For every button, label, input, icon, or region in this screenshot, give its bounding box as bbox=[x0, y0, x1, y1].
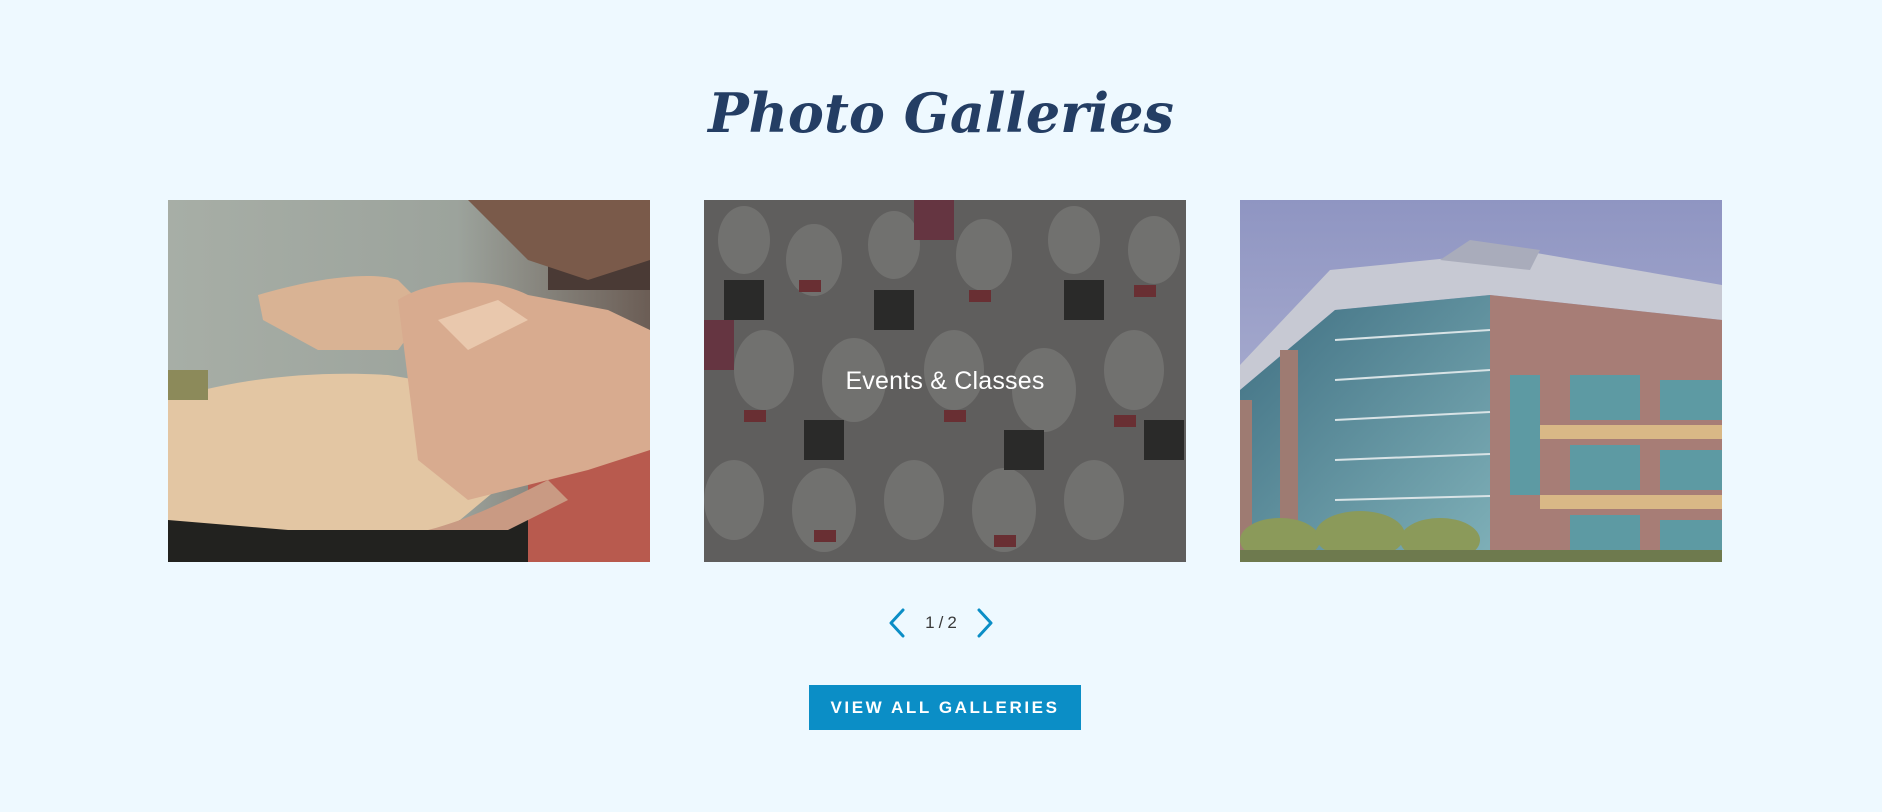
gallery-overlay: Events & Classes bbox=[704, 200, 1186, 562]
total-pages: 2 bbox=[947, 613, 957, 632]
chevron-right-icon[interactable] bbox=[973, 607, 997, 639]
section-title: Photo Galleries bbox=[708, 81, 1174, 145]
chevron-left-icon[interactable] bbox=[885, 607, 909, 639]
view-all-galleries-button[interactable]: VIEW ALL GALLERIES bbox=[809, 685, 1081, 730]
gallery-card-2[interactable]: Events & Classes bbox=[704, 200, 1186, 562]
current-page: 1 bbox=[925, 613, 935, 632]
page-separator: / bbox=[938, 613, 944, 632]
gallery-card-3[interactable] bbox=[1240, 200, 1722, 562]
hands-photo bbox=[168, 200, 650, 562]
gallery-pagination: 1 / 2 bbox=[0, 603, 1882, 643]
page-indicator: 1 / 2 bbox=[925, 613, 957, 633]
gallery-caption: Events & Classes bbox=[845, 366, 1045, 395]
office-building-photo bbox=[1240, 200, 1722, 562]
gallery-card-1[interactable] bbox=[168, 200, 650, 562]
